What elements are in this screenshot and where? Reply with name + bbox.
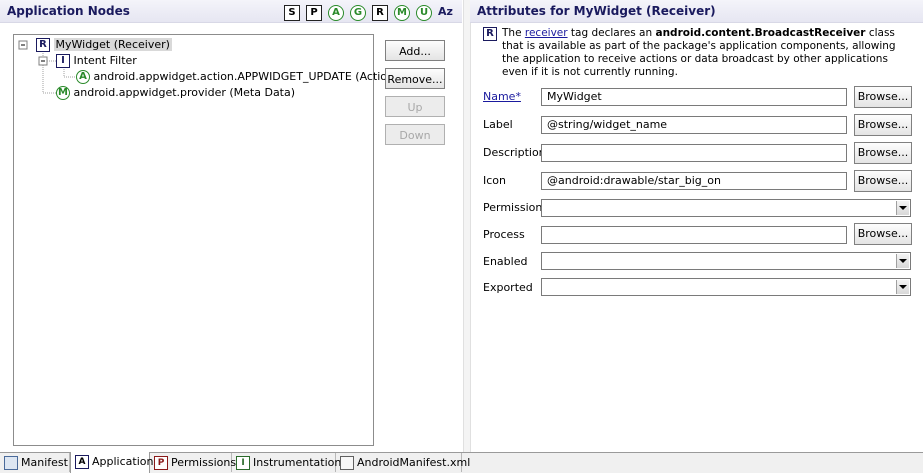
- sort-g-icon[interactable]: G: [350, 5, 366, 21]
- tab-application-label: Application: [92, 455, 154, 468]
- tree-node-action-label: android.appwidget.action.APPWIDGET_UPDAT…: [93, 70, 399, 83]
- chevron-down-icon[interactable]: [896, 280, 909, 294]
- intent-filter-i-icon: I: [56, 54, 70, 68]
- tab-androidmanifest-xml[interactable]: AndroidManifest.xml: [336, 453, 470, 472]
- add-button[interactable]: Add...: [385, 40, 445, 61]
- name-browse-button[interactable]: Browse...: [854, 86, 912, 108]
- process-browse-button[interactable]: Browse...: [854, 223, 912, 245]
- tree-node-meta-data-label: android.appwidget.provider (Meta Data): [73, 86, 296, 99]
- attributes-title: Attributes for MyWidget (Receiver): [477, 4, 716, 18]
- icon-browse-button[interactable]: Browse...: [854, 170, 912, 192]
- sort-a-icon[interactable]: A: [328, 5, 344, 21]
- icon-field[interactable]: @android:drawable/star_big_on: [541, 172, 847, 190]
- description-field[interactable]: [541, 144, 847, 162]
- application-nodes-title: Application Nodes: [7, 4, 130, 18]
- tab-application[interactable]: A Application: [70, 452, 154, 473]
- chevron-down-icon[interactable]: [896, 201, 909, 215]
- desc-class-name: android.content.BroadcastReceiver: [655, 27, 866, 39]
- meta-data-m-icon: M: [56, 86, 70, 100]
- exported-label: Exported: [483, 281, 533, 294]
- permissions-p-icon: P: [154, 456, 168, 470]
- receiver-description: The receiver tag declares an android.con…: [502, 27, 908, 79]
- permission-combo[interactable]: [541, 199, 911, 217]
- enabled-combo[interactable]: [541, 252, 911, 270]
- chevron-down-icon[interactable]: [896, 254, 909, 268]
- sort-alphabetical-icon[interactable]: Az: [438, 5, 453, 18]
- up-button[interactable]: Up: [385, 96, 445, 117]
- sort-s-icon[interactable]: S: [284, 5, 300, 21]
- tree-node-meta-data[interactable]: M android.appwidget.provider (Meta Data): [56, 86, 295, 100]
- description-browse-button[interactable]: Browse...: [854, 142, 912, 164]
- tree-node-intent-filter-label: Intent Filter: [73, 54, 137, 67]
- manifest-icon: [4, 456, 18, 470]
- tab-instrumentation[interactable]: I Instrumentation: [232, 453, 341, 472]
- action-a-icon: A: [76, 70, 90, 84]
- process-label: Process: [483, 228, 525, 241]
- xml-file-icon: [340, 456, 354, 470]
- desc-text-mid: tag declares an: [567, 27, 656, 39]
- sort-r-icon[interactable]: R: [372, 5, 388, 21]
- tab-instrumentation-label: Instrumentation: [253, 456, 342, 469]
- name-field[interactable]: MyWidget: [541, 88, 847, 106]
- desc-text-pre: The: [502, 27, 525, 39]
- label-browse-button[interactable]: Browse...: [854, 114, 912, 136]
- tab-manifest[interactable]: Manifest: [0, 453, 70, 472]
- editor-tab-bar: Manifest A Application P Permissions I Inst…: [0, 452, 923, 473]
- application-a-icon: A: [75, 455, 89, 469]
- label-label: Label: [483, 118, 513, 131]
- description-label: Description: [483, 146, 546, 159]
- process-field[interactable]: [541, 226, 847, 244]
- tree-node-receiver[interactable]: R MyWidget (Receiver): [36, 38, 172, 52]
- tree-node-action[interactable]: A android.appwidget.action.APPWIDGET_UPD…: [76, 70, 398, 84]
- tree-node-intent-filter[interactable]: I Intent Filter: [56, 54, 137, 68]
- enabled-label: Enabled: [483, 255, 528, 268]
- down-button[interactable]: Down: [385, 124, 445, 145]
- instrumentation-i-icon: I: [236, 456, 250, 470]
- icon-label: Icon: [483, 174, 506, 187]
- name-label-link[interactable]: Name*: [483, 90, 521, 103]
- application-nodes-header: Application Nodes S P A G R M U Az: [0, 0, 462, 23]
- tab-permissions[interactable]: P Permissions: [150, 453, 236, 472]
- label-field[interactable]: @string/widget_name: [541, 116, 847, 134]
- sort-u-icon[interactable]: U: [416, 5, 432, 21]
- receiver-r-icon: R: [36, 38, 50, 52]
- permission-label: Permission: [483, 201, 543, 214]
- sash-divider[interactable]: [463, 0, 471, 452]
- sort-p-icon[interactable]: P: [306, 5, 322, 21]
- tab-permissions-label: Permissions: [171, 456, 237, 469]
- exported-combo[interactable]: [541, 278, 911, 296]
- tab-androidmanifest-xml-label: AndroidManifest.xml: [357, 456, 471, 469]
- tree-node-receiver-label: MyWidget (Receiver): [53, 38, 172, 51]
- remove-button[interactable]: Remove...: [385, 68, 445, 89]
- attributes-header: Attributes for MyWidget (Receiver): [470, 0, 923, 23]
- application-nodes-tree[interactable]: R MyWidget (Receiver) I Intent Filter A …: [13, 34, 398, 446]
- sort-m-icon[interactable]: M: [394, 5, 410, 21]
- receiver-doc-link[interactable]: receiver: [525, 27, 568, 39]
- receiver-r-icon: R: [483, 27, 497, 41]
- tab-manifest-label: Manifest: [21, 456, 68, 469]
